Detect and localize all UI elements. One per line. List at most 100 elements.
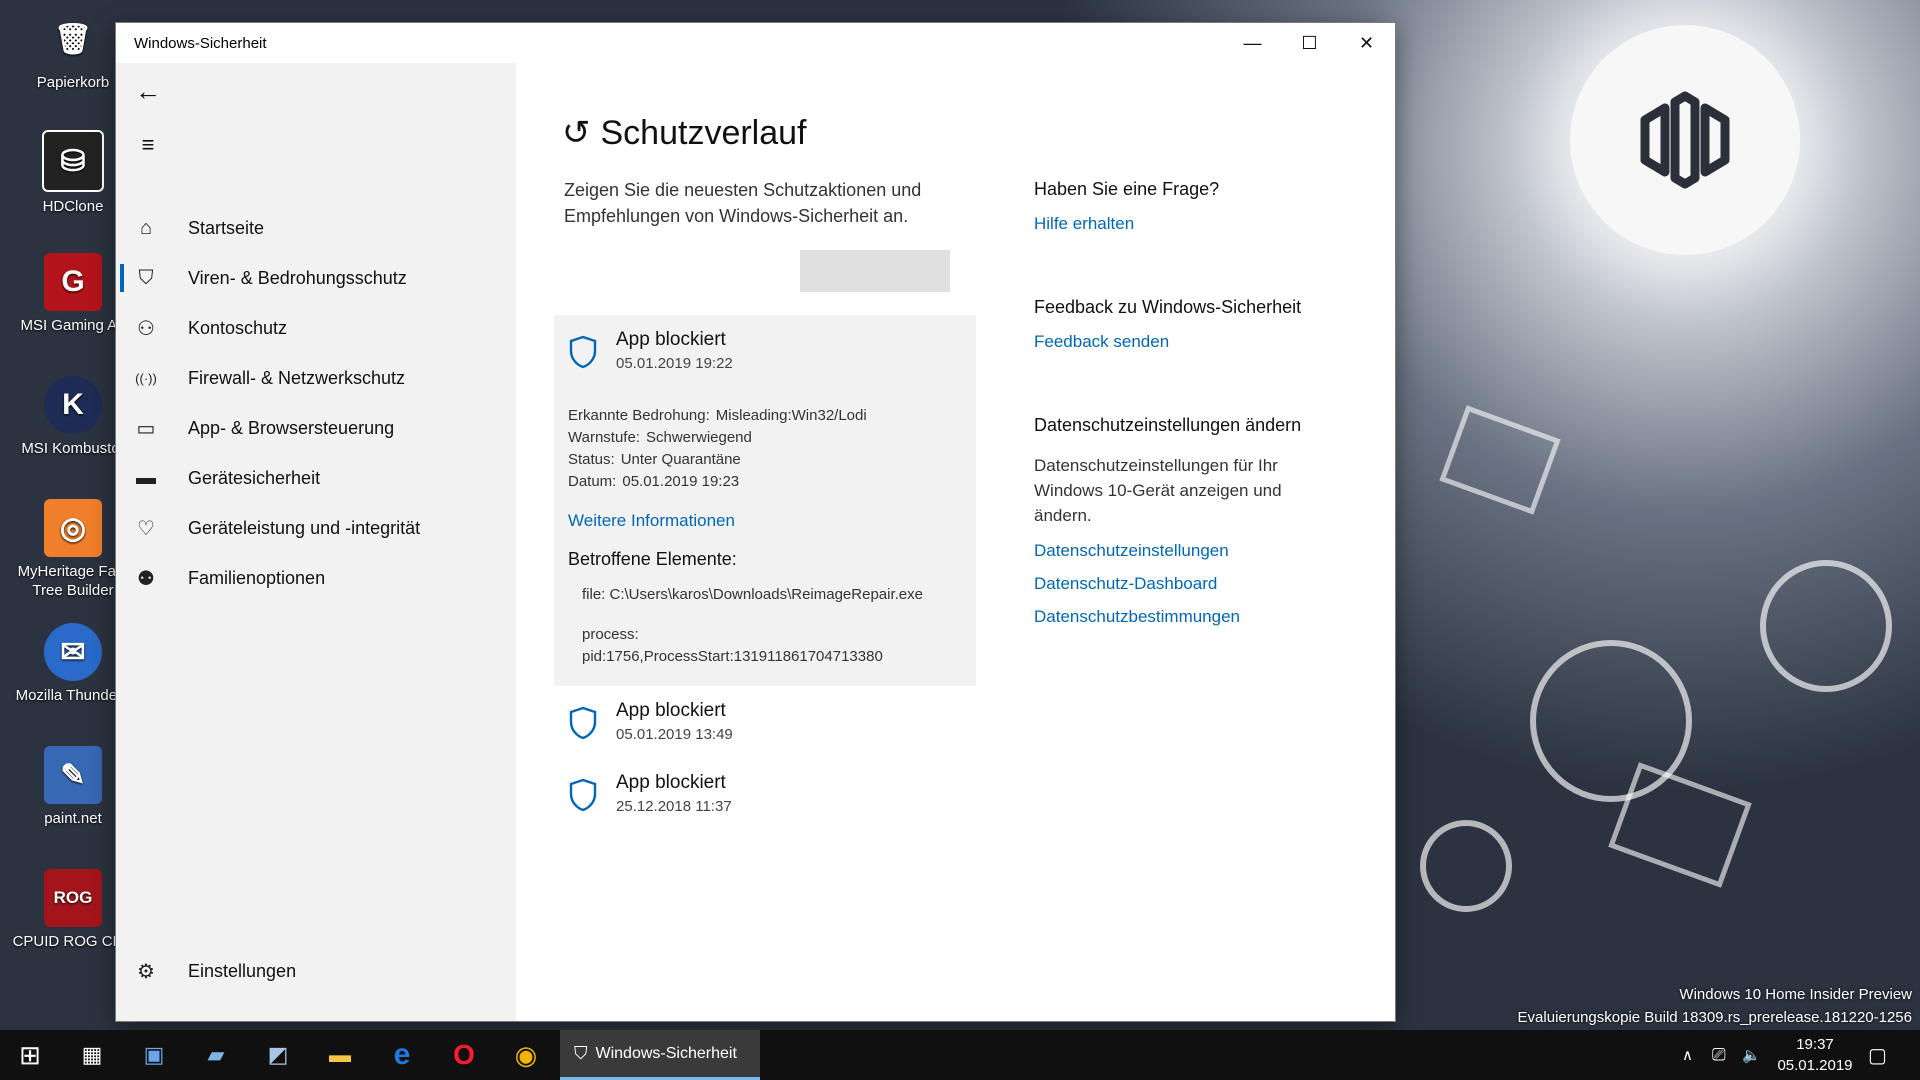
sidebar-item-label: App- & Browsersteuerung xyxy=(188,417,395,438)
wallpaper-ring-decoration xyxy=(1530,640,1692,802)
detail-value: Schwerwiegend xyxy=(645,429,752,446)
shield-icon: ⛉ xyxy=(574,1043,588,1063)
privacy-description: Datenschutzeinstellungen für Ihr Windows… xyxy=(1034,456,1282,525)
windows-watermark-line2: Evaluierungskopie Build 18309.rs_prerele… xyxy=(1517,1009,1912,1026)
shield-icon xyxy=(569,706,597,740)
history-entry[interactable]: App blockiert 05.01.2019 13:49 xyxy=(554,686,976,758)
shield-icon xyxy=(569,335,597,369)
shield-icon: ⛉ xyxy=(138,266,154,289)
sidebar-item-label: Kontoschutz xyxy=(188,317,288,338)
clock-time: 19:37 xyxy=(1796,1036,1834,1053)
laptop-icon: ▬ xyxy=(136,466,156,489)
entry-title: App blockiert xyxy=(616,700,726,721)
sidebar-item-account-protection[interactable]: ⚇ Kontoschutz xyxy=(116,303,516,353)
edge-browser-icon[interactable]: e xyxy=(378,1035,426,1075)
thunderbird-icon: ✉ xyxy=(44,623,102,681)
gear-icon: ⚙ xyxy=(137,960,155,983)
protection-history-list: App blockiert 05.01.2019 19:22 Erkannte … xyxy=(554,315,976,830)
hamburger-menu-icon[interactable]: ≡ xyxy=(128,125,168,165)
detail-key: Erkannte Bedrohung: xyxy=(568,407,710,424)
wallpaper-logo-icon xyxy=(1640,91,1730,189)
recycle-bin-icon: 🗑 xyxy=(53,22,93,56)
file-explorer-icon[interactable]: ▬ xyxy=(316,1035,364,1075)
network-icon[interactable]: ⎚ xyxy=(1712,1030,1726,1080)
sidebar-item-app-browser-control[interactable]: ▭ App- & Browsersteuerung xyxy=(116,403,516,453)
history-entry[interactable]: App blockiert 25.12.2018 11:37 xyxy=(554,758,976,830)
close-button[interactable]: ✕ xyxy=(1338,23,1395,63)
volume-icon[interactable]: 🔈 xyxy=(1742,1030,1761,1080)
wallpaper-ring-decoration xyxy=(1420,820,1512,912)
wallpaper-ring-decoration xyxy=(1760,560,1892,692)
sidebar-item-label: Geräteleistung und -integrität xyxy=(188,517,421,538)
detail-key: Datum: xyxy=(568,473,617,490)
entry-date: 05.01.2019 13:49 xyxy=(616,726,733,743)
feedback-heading: Feedback zu Windows-Sicherheit xyxy=(1034,297,1302,317)
contacts-icon[interactable]: ▣ xyxy=(130,1035,178,1075)
page-title-text: Schutzverlauf xyxy=(600,113,807,152)
affected-process-label: process: xyxy=(582,626,639,643)
sidebar-item-settings[interactable]: ⚙ Einstellungen xyxy=(116,946,516,996)
privacy-statement-link[interactable]: Datenschutzbestimmungen xyxy=(1034,607,1240,627)
filter-dropdown[interactable] xyxy=(800,250,950,292)
detail-key: Warnstufe: xyxy=(568,429,640,446)
entry-title: App blockiert xyxy=(616,772,726,793)
affected-process-value: pid:1756,ProcessStart:131911861704713380 xyxy=(582,648,883,665)
heart-pulse-icon: ♡ xyxy=(137,517,155,540)
affected-items-heading: Betroffene Elemente: xyxy=(568,549,737,569)
hdclone-icon: ⛁ xyxy=(42,130,104,192)
privacy-heading: Datenschutzeinstellungen ändern xyxy=(1034,415,1302,435)
question-heading: Haben Sie eine Frage? xyxy=(1034,179,1220,199)
sidebar-item-home[interactable]: ⌂ Startseite xyxy=(116,203,516,253)
sidebar-item-device-performance[interactable]: ♡ Geräteleistung und -integrität xyxy=(116,503,516,553)
detail-threat: Erkannte Bedrohung: Misleading:Win32/Lodi xyxy=(568,405,976,427)
sidebar-item-label: Einstellungen xyxy=(188,960,297,981)
sidebar-item-virus-protection[interactable]: ⛉ Viren- & Bedrohungsschutz xyxy=(116,253,516,303)
more-information-link[interactable]: Weitere Informationen xyxy=(568,511,976,531)
clock-date: 05.01.2019 xyxy=(1777,1057,1853,1074)
notification-center-icon[interactable]: ▢ xyxy=(1868,1030,1887,1080)
sidebar-item-label: Familienoptionen xyxy=(188,567,326,588)
sidebar-item-label: Viren- & Bedrohungsschutz xyxy=(188,267,407,288)
windows-watermark-line1: Windows 10 Home Insider Preview xyxy=(1679,986,1912,1003)
detail-key: Status: xyxy=(568,451,615,468)
home-icon: ⌂ xyxy=(139,216,153,239)
taskbar-clock[interactable]: 19:37 05.01.2019 xyxy=(1765,1034,1865,1076)
sidebar-item-firewall[interactable]: ((·)) Firewall- & Netzwerkschutz xyxy=(116,353,516,403)
main-content: ↺ Schutzverlauf Zeigen Sie die neuesten … xyxy=(516,63,1395,1021)
windows-security-window: Windows-Sicherheit — ☐ ✕ ← ≡ ⌂ Startseit… xyxy=(116,23,1395,1021)
back-arrow-icon[interactable]: ← xyxy=(128,71,168,111)
detail-status: Status: Unter Quarantäne xyxy=(568,449,976,471)
taskbar-app-label: Windows-Sicherheit xyxy=(595,1044,737,1062)
calendar-icon[interactable]: ▦ xyxy=(68,1035,116,1075)
entry-title: App blockiert xyxy=(616,329,726,350)
detail-severity: Warnstufe: Schwerwiegend xyxy=(568,427,976,449)
sidebar-item-family-options[interactable]: ⚉ Familienoptionen xyxy=(116,553,516,603)
title-bar[interactable]: Windows-Sicherheit — ☐ ✕ xyxy=(116,23,1395,63)
network-signal-icon: ((·)) xyxy=(135,370,157,386)
opera-browser-icon[interactable]: O xyxy=(440,1035,488,1075)
history-icon: ↺ xyxy=(562,114,591,152)
tray-chevron-icon[interactable]: ∧ xyxy=(1682,1030,1693,1080)
detail-value: Unter Quarantäne xyxy=(620,451,741,468)
page-description: Zeigen Sie die neuesten Schutzaktionen u… xyxy=(564,180,922,226)
chrome-browser-icon[interactable]: ◉ xyxy=(502,1035,550,1075)
maximize-button[interactable]: ☐ xyxy=(1281,23,1338,63)
detail-date: Datum: 05.01.2019 19:23 xyxy=(568,471,976,493)
history-entry-expanded[interactable]: App blockiert 05.01.2019 19:22 Erkannte … xyxy=(554,315,976,686)
send-feedback-link[interactable]: Feedback senden xyxy=(1034,332,1169,352)
get-help-link[interactable]: Hilfe erhalten xyxy=(1034,214,1134,234)
windows-start-icon[interactable]: ⊞ xyxy=(6,1035,54,1075)
family-icon: ⚉ xyxy=(137,567,155,590)
page-title: ↺ Schutzverlauf xyxy=(562,113,807,153)
privacy-dashboard-link[interactable]: Datenschutz-Dashboard xyxy=(1034,574,1217,594)
taskbar-app-windows-security[interactable]: ⛉ Windows-Sicherheit xyxy=(560,1030,760,1080)
window-title: Windows-Sicherheit xyxy=(134,35,267,52)
sidebar-item-device-security[interactable]: ▬ Gerätesicherheit xyxy=(116,453,516,503)
privacy-settings-link[interactable]: Datenschutzeinstellungen xyxy=(1034,541,1229,561)
photos-icon[interactable]: ▰ xyxy=(192,1035,240,1075)
entry-date: 25.12.2018 11:37 xyxy=(616,798,732,815)
minimize-button[interactable]: — xyxy=(1224,23,1281,63)
detail-value: 05.01.2019 19:23 xyxy=(622,473,740,490)
sidebar-item-label: Gerätesicherheit xyxy=(188,467,321,488)
notes-icon[interactable]: ◩ xyxy=(254,1035,302,1075)
